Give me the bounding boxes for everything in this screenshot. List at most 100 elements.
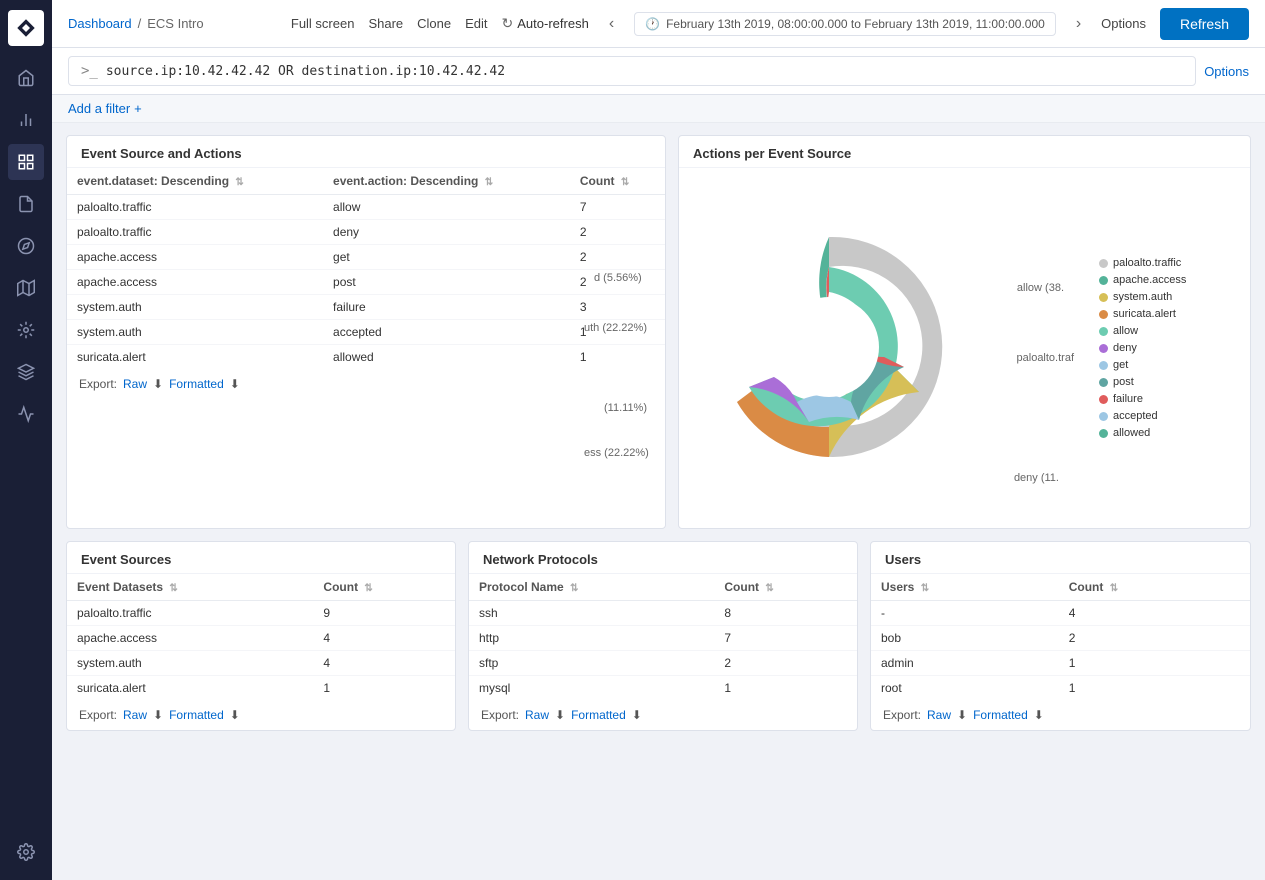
auto-refresh-label[interactable]: Auto-refresh: [517, 16, 589, 31]
fullscreen-button[interactable]: Full screen: [291, 16, 355, 31]
table-cell: http: [469, 626, 714, 651]
download-formatted-icon-users: ⬇: [1034, 708, 1044, 722]
time-prev-button[interactable]: ‹: [603, 13, 620, 35]
legend-dot-accepted: [1099, 412, 1108, 421]
col-event-dataset[interactable]: event.dataset: Descending ⇅: [67, 168, 323, 195]
legend-label-deny: deny: [1113, 342, 1137, 354]
table-cell: apache.access: [67, 626, 313, 651]
raw-export-link[interactable]: Raw: [123, 377, 147, 391]
raw-export-link-sources[interactable]: Raw: [123, 708, 147, 722]
options-button[interactable]: Options: [1101, 16, 1146, 31]
table-cell: apache.access: [67, 270, 323, 295]
table-row: paloalto.trafficdeny2: [67, 220, 665, 245]
table-cell: -: [871, 601, 1059, 626]
time-next-button[interactable]: ›: [1070, 13, 1087, 35]
chart-label-uth: uth (22.22%): [584, 322, 647, 334]
formatted-export-link-network[interactable]: Formatted: [571, 708, 626, 722]
network-protocols-table: Protocol Name ⇅ Count ⇅ ssh8http7sftp2my…: [469, 574, 857, 700]
time-range-text: February 13th 2019, 08:00:00.000 to Febr…: [666, 17, 1045, 31]
query-input-container[interactable]: >_: [68, 56, 1196, 86]
table-cell: root: [871, 676, 1059, 701]
table-cell: allow: [323, 195, 570, 220]
time-range[interactable]: 🕐 February 13th 2019, 08:00:00.000 to Fe…: [634, 12, 1056, 36]
share-button[interactable]: Share: [368, 16, 403, 31]
col-count-protocol[interactable]: Count ⇅: [714, 574, 857, 601]
sidebar-item-stack[interactable]: [8, 354, 44, 390]
event-source-export: Export: Raw ⬇ Formatted ⬇: [67, 369, 665, 399]
table-row: system.auth4: [67, 651, 455, 676]
table-row: apache.accesspost2: [67, 270, 665, 295]
table-cell: 4: [1059, 601, 1250, 626]
sidebar-item-maps[interactable]: [8, 270, 44, 306]
add-filter-button[interactable]: Add a filter +: [68, 101, 1249, 116]
sidebar-item-analytics[interactable]: [8, 102, 44, 138]
sidebar-item-reports[interactable]: [8, 186, 44, 222]
clone-button[interactable]: Clone: [417, 16, 451, 31]
export-label-network: Export:: [481, 708, 519, 722]
table-row: -4: [871, 601, 1250, 626]
formatted-export-link[interactable]: Formatted: [169, 377, 224, 391]
table-row: bob2: [871, 626, 1250, 651]
sidebar-item-dashboard[interactable]: [8, 144, 44, 180]
refresh-button[interactable]: Refresh: [1160, 8, 1249, 40]
table-cell: system.auth: [67, 320, 323, 345]
edit-button[interactable]: Edit: [465, 16, 487, 31]
col-count-users[interactable]: Count ⇅: [1059, 574, 1250, 601]
legend-dot-get: [1099, 361, 1108, 370]
download-raw-icon-network: ⬇: [555, 708, 565, 722]
formatted-export-link-sources[interactable]: Formatted: [169, 708, 224, 722]
legend-item-allowed: allowed: [1099, 427, 1186, 439]
topbar: Dashboard / ECS Intro Full screen Share …: [52, 0, 1265, 48]
legend-dot-suricata: [1099, 310, 1108, 319]
col-event-datasets[interactable]: Event Datasets ⇅: [67, 574, 313, 601]
table-cell: suricata.alert: [67, 345, 323, 370]
table-cell: system.auth: [67, 295, 323, 320]
legend-label-get: get: [1113, 359, 1128, 371]
raw-export-link-network[interactable]: Raw: [525, 708, 549, 722]
users-panel-title: Users: [871, 542, 1250, 574]
table-cell: 2: [714, 651, 857, 676]
legend-dot-allow: [1099, 327, 1108, 336]
formatted-export-link-users[interactable]: Formatted: [973, 708, 1028, 722]
chart-legend: paloalto.traffic apache.access system.au…: [1099, 257, 1186, 439]
sidebar-item-ml[interactable]: [8, 312, 44, 348]
breadcrumb-dashboard[interactable]: Dashboard: [68, 16, 132, 31]
col-protocol-name[interactable]: Protocol Name ⇅: [469, 574, 714, 601]
sidebar-item-settings[interactable]: [8, 834, 44, 870]
col-users[interactable]: Users ⇅: [871, 574, 1059, 601]
col-count-sources[interactable]: Count ⇅: [313, 574, 455, 601]
auto-refresh: ↻ Auto-refresh: [502, 15, 589, 32]
table-cell: 9: [313, 601, 455, 626]
legend-dot-post: [1099, 378, 1108, 387]
sort-icon-protocol: ⇅: [570, 583, 578, 594]
col-count[interactable]: Count ⇅: [570, 168, 665, 195]
table-cell: paloalto.traffic: [67, 195, 323, 220]
sidebar: [0, 0, 52, 880]
table-cell: 1: [1059, 676, 1250, 701]
legend-dot-apache: [1099, 276, 1108, 285]
table-cell: 1: [570, 345, 665, 370]
table-cell: sftp: [469, 651, 714, 676]
sort-icon-count: ⇅: [621, 177, 629, 188]
donut-chart-container: d (5.56%) uth (22.22%) (11.11%) ess (22.…: [689, 192, 1240, 505]
query-options-button[interactable]: Options: [1204, 64, 1249, 79]
legend-label-apache: apache.access: [1113, 274, 1186, 286]
sidebar-item-home[interactable]: [8, 60, 44, 96]
table-cell: apache.access: [67, 245, 323, 270]
table-row: sftp2: [469, 651, 857, 676]
table-cell: admin: [871, 651, 1059, 676]
col-event-action[interactable]: event.action: Descending ⇅: [323, 168, 570, 195]
sidebar-item-monitor[interactable]: [8, 396, 44, 432]
download-formatted-icon-network: ⬇: [632, 708, 642, 722]
table-cell: suricata.alert: [67, 676, 313, 701]
raw-export-link-users[interactable]: Raw: [927, 708, 951, 722]
sidebar-item-discover[interactable]: [8, 228, 44, 264]
content-area: Event Source and Actions event.dataset: …: [52, 123, 1265, 880]
table-cell: 8: [714, 601, 857, 626]
chart-label-deny: deny (11.: [1014, 472, 1059, 484]
table-row: root1: [871, 676, 1250, 701]
event-sources-panel: Event Sources Event Datasets ⇅ Count ⇅: [66, 541, 456, 731]
query-input[interactable]: [106, 64, 1183, 79]
donut-chart: d (5.56%) uth (22.22%) (11.11%) ess (22.…: [689, 192, 969, 505]
legend-item-suricata: suricata.alert: [1099, 308, 1186, 320]
